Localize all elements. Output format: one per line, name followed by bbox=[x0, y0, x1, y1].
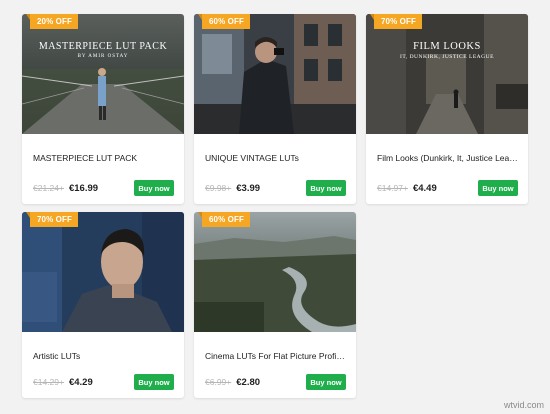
product-title[interactable]: Cinema LUTs For Flat Picture Profiles bbox=[205, 350, 346, 362]
price-row: €14.97+ €4.49 Buy now bbox=[366, 180, 528, 196]
product-title[interactable]: Artistic LUTs bbox=[33, 350, 174, 362]
sale-price: €4.29 bbox=[68, 376, 93, 388]
image-title-text: FILM LOOKS bbox=[413, 41, 481, 52]
image-title-text: MASTERPIECE LUT PACK bbox=[38, 41, 168, 52]
product-image[interactable]: FILM LOOKS IT, DUNKIRK, JUSTICE LEAGUE 7… bbox=[366, 14, 528, 134]
buy-now-button[interactable]: Buy now bbox=[306, 374, 346, 390]
buy-now-button[interactable]: Buy now bbox=[306, 180, 346, 196]
product-card[interactable]: 70% OFF Artistic LUTs €14.29+ €4.29 Buy … bbox=[22, 212, 184, 398]
price-row: €21.24+ €16.99 Buy now bbox=[22, 180, 184, 196]
sale-price: €3.99 bbox=[236, 182, 261, 194]
product-card[interactable]: 60% OFF UNIQUE VINTAGE LUTs €9.98+ €3.99… bbox=[194, 14, 356, 204]
image-subtitle-text: IT, DUNKIRK, JUSTICE LEAGUE bbox=[400, 54, 494, 60]
product-title[interactable]: Film Looks (Dunkirk, It, Justice Leag... bbox=[377, 152, 518, 164]
buy-now-button[interactable]: Buy now bbox=[478, 180, 518, 196]
discount-badge: 60% OFF bbox=[198, 212, 250, 227]
watermark-text: wtvid.com bbox=[503, 400, 544, 410]
product-image[interactable]: MASTERPIECE LUT PACK BY AMIR OSTAY 20% O… bbox=[22, 14, 184, 134]
discount-badge: 20% OFF bbox=[26, 14, 78, 29]
product-image[interactable]: 60% OFF bbox=[194, 212, 356, 332]
product-image[interactable]: 70% OFF bbox=[22, 212, 184, 332]
discount-badge: 70% OFF bbox=[370, 14, 422, 29]
price-row: €14.29+ €4.29 Buy now bbox=[22, 374, 184, 390]
old-price: €21.24+ bbox=[33, 183, 64, 193]
price-row: €6.99+ €2.80 Buy now bbox=[194, 374, 356, 390]
buy-now-button[interactable]: Buy now bbox=[134, 180, 174, 196]
old-price: €14.97+ bbox=[377, 183, 408, 193]
product-image[interactable]: 60% OFF bbox=[194, 14, 356, 134]
price-row: €9.98+ €3.99 Buy now bbox=[194, 180, 356, 196]
sale-price: €16.99 bbox=[68, 182, 99, 194]
old-price: €14.29+ bbox=[33, 377, 64, 387]
image-subtitle-text: BY AMIR OSTAY bbox=[77, 54, 129, 59]
discount-badge: 70% OFF bbox=[26, 212, 78, 227]
product-title[interactable]: MASTERPIECE LUT PACK bbox=[33, 152, 174, 164]
product-card[interactable]: MASTERPIECE LUT PACK BY AMIR OSTAY 20% O… bbox=[22, 14, 184, 204]
discount-badge: 60% OFF bbox=[198, 14, 250, 29]
product-card[interactable]: 60% OFF Cinema LUTs For Flat Picture Pro… bbox=[194, 212, 356, 398]
old-price: €6.99+ bbox=[205, 377, 232, 387]
product-card[interactable]: FILM LOOKS IT, DUNKIRK, JUSTICE LEAGUE 7… bbox=[366, 14, 528, 204]
buy-now-button[interactable]: Buy now bbox=[134, 374, 174, 390]
product-title[interactable]: UNIQUE VINTAGE LUTs bbox=[205, 152, 346, 164]
old-price: €9.98+ bbox=[205, 183, 232, 193]
sale-price: €2.80 bbox=[236, 376, 261, 388]
sale-price: €4.49 bbox=[412, 182, 437, 194]
